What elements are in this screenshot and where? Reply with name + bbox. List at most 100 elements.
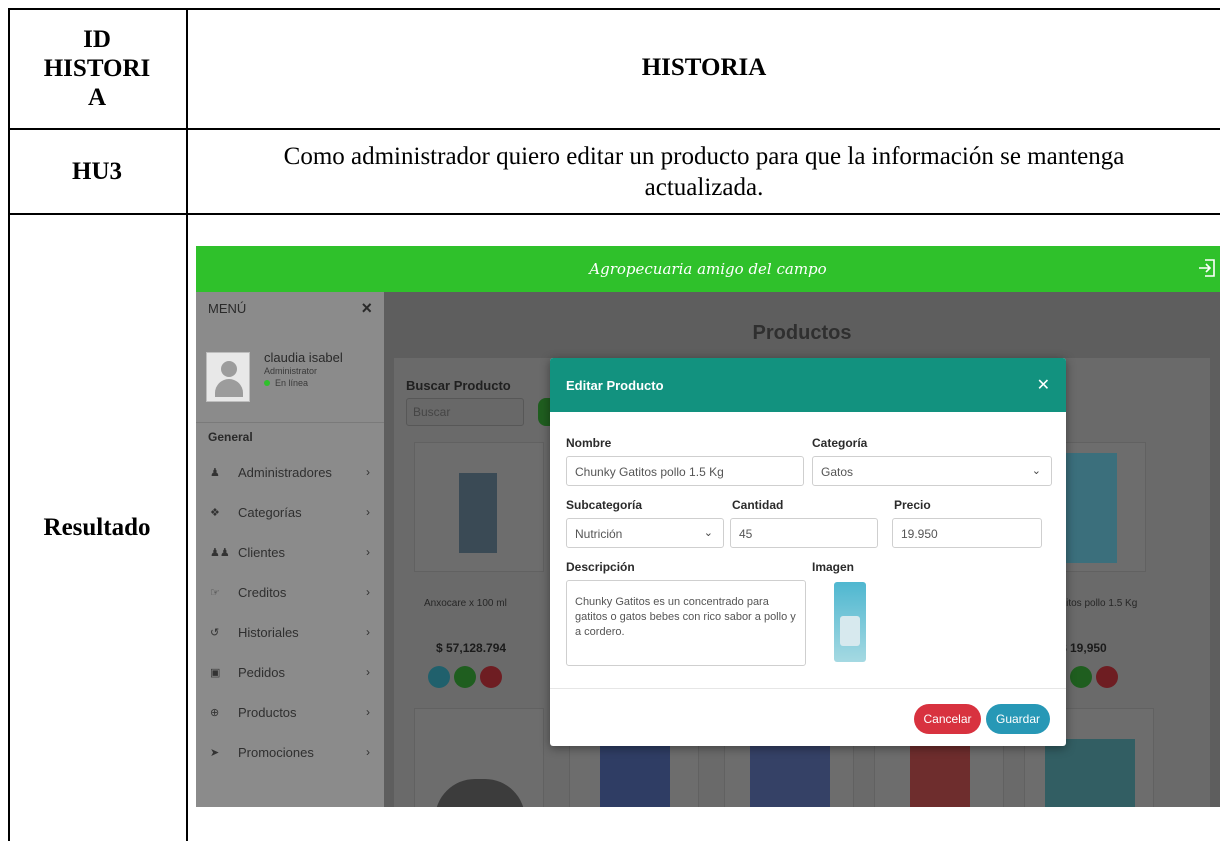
sidebar-header: MENÚ × (196, 292, 384, 324)
search-input[interactable]: Buscar (406, 398, 524, 426)
product-image-preview[interactable] (834, 582, 866, 662)
sidebar-item-promociones[interactable]: ➤ Promociones › (196, 732, 384, 772)
product-price: $ 19,950 (1060, 641, 1107, 655)
subcategoria-value: Nutrición (575, 527, 623, 541)
sidebar-item-clientes[interactable]: ♟♟ Clientes › (196, 532, 384, 572)
sidebar-item-label: Historiales (238, 624, 299, 640)
edit-button[interactable] (428, 666, 450, 688)
header-id-line-3: A (87, 83, 107, 111)
header-id-line-1: ID (83, 25, 111, 53)
chevron-right-icon: › (366, 545, 370, 559)
sidebar-item-label: Productos (238, 704, 297, 720)
close-icon[interactable]: × (361, 298, 372, 319)
product-price: $ 57,128.794 (436, 641, 507, 655)
user-status-label: En línea (275, 378, 309, 388)
nombre-label: Nombre (566, 436, 612, 450)
sidebar-item-label: Administradores (238, 464, 332, 480)
online-dot-icon (264, 380, 270, 386)
cancel-button[interactable]: Cancelar (914, 704, 981, 734)
search-label: Buscar Producto (406, 378, 511, 393)
chevron-down-icon: ⌄ (1031, 465, 1041, 477)
view-button[interactable] (1070, 666, 1092, 688)
tag-icon: ➤ (210, 746, 220, 759)
sidebar-item-label: Pedidos (238, 664, 285, 680)
people-icon: ♟♟ (210, 546, 230, 559)
sidebar-item-pedidos[interactable]: ▣ Pedidos › (196, 652, 384, 692)
chevron-right-icon: › (366, 625, 370, 639)
page-title: Productos (752, 322, 852, 344)
modal-header: Editar Producto ✕ (550, 358, 1066, 412)
sidebar-item-label: Clientes (238, 544, 285, 560)
table-row-divider-2 (8, 213, 1220, 215)
subcategoria-label: Subcategoría (566, 498, 643, 512)
subcategoria-select[interactable]: Nutrición ⌄ (566, 518, 724, 548)
precio-field[interactable]: 19.950 (892, 518, 1042, 548)
sidebar: MENÚ × claudia isabel Administrator En l… (196, 292, 384, 807)
globe-icon: ⊕ (210, 706, 220, 719)
user-role: Administrator (264, 366, 318, 376)
sidebar-item-label: Creditos (238, 584, 287, 600)
cantidad-field[interactable]: 45 (730, 518, 878, 548)
sidebar-item-creditos[interactable]: ☞ Creditos › (196, 572, 384, 612)
delete-button[interactable] (1096, 666, 1118, 688)
categoria-label: Categoría (812, 436, 868, 450)
chevron-right-icon: › (366, 745, 370, 759)
chevron-right-icon: › (366, 585, 370, 599)
chevron-right-icon: › (366, 465, 370, 479)
precio-label: Precio (894, 498, 931, 512)
product-image (750, 739, 830, 807)
brand-title: Agropecuaria amigo del campo (589, 260, 827, 278)
box-icon: ▣ (210, 666, 221, 679)
sidebar-item-productos[interactable]: ⊕ Productos › (196, 692, 384, 732)
result-label: Resultado (43, 514, 151, 541)
imagen-label: Imagen (812, 560, 855, 574)
nombre-field[interactable]: Chunky Gatitos pollo 1.5 Kg (566, 456, 804, 486)
product-image (1045, 739, 1135, 807)
logout-icon[interactable] (1198, 258, 1216, 278)
sidebar-divider (196, 422, 384, 423)
app-topbar: Agropecuaria amigo del campo (196, 246, 1220, 292)
product-image (435, 779, 525, 807)
categoria-select[interactable]: Gatos ⌄ (812, 456, 1052, 486)
categoria-value: Gatos (821, 465, 854, 479)
menu-title: MENÚ (208, 300, 247, 316)
tags-icon: ❖ (210, 506, 220, 519)
story-id: HU3 (72, 157, 122, 185)
product-card[interactable] (414, 442, 544, 572)
header-story-cell: HISTORIA (641, 54, 767, 81)
hand-money-icon: ☞ (210, 586, 220, 599)
sidebar-item-categorias[interactable]: ❖ Categorías › (196, 492, 384, 532)
product-image (1057, 453, 1117, 563)
product-card[interactable] (414, 708, 544, 807)
users-icon: ♟ (210, 466, 220, 479)
sidebar-item-label: Promociones (238, 744, 314, 760)
chevron-right-icon: › (366, 665, 370, 679)
user-name: claudia isabel (264, 350, 343, 365)
history-icon: ↺ (210, 626, 220, 639)
user-status: En línea (264, 378, 308, 388)
view-button[interactable] (454, 666, 476, 688)
header-id-line-2: HISTORI (43, 54, 151, 82)
sidebar-item-historiales[interactable]: ↺ Historiales › (196, 612, 384, 652)
modal-footer-divider (550, 688, 1066, 689)
close-icon[interactable]: ✕ (1037, 375, 1050, 395)
chevron-down-icon: ⌄ (703, 527, 713, 539)
descripcion-label: Descripción (566, 560, 635, 574)
modal-title: Editar Producto (566, 377, 664, 393)
sidebar-item-administradores[interactable]: ♟ Administradores › (196, 452, 384, 492)
avatar (206, 352, 250, 402)
sidebar-menu: ♟ Administradores › ❖ Categorías › ♟♟ Cliente… (196, 452, 384, 772)
delete-button[interactable] (480, 666, 502, 688)
product-image (459, 473, 497, 553)
section-title: General (208, 430, 253, 444)
story-text: Como administrador quiero editar un prod… (283, 142, 1125, 201)
cantidad-label: Cantidad (732, 498, 784, 512)
sidebar-item-label: Categorías (238, 504, 302, 520)
chevron-right-icon: › (366, 505, 370, 519)
product-name: Anxocare x 100 ml (424, 598, 507, 609)
save-button[interactable]: Guardar (986, 704, 1050, 734)
edit-product-modal: Editar Producto ✕ Nombre Chunky Gatitos … (550, 358, 1066, 746)
header-id-cell: ID HISTORI A (8, 8, 186, 128)
descripcion-field[interactable]: Chunky Gatitos es un concentrado para ga… (566, 580, 806, 666)
chevron-right-icon: › (366, 705, 370, 719)
